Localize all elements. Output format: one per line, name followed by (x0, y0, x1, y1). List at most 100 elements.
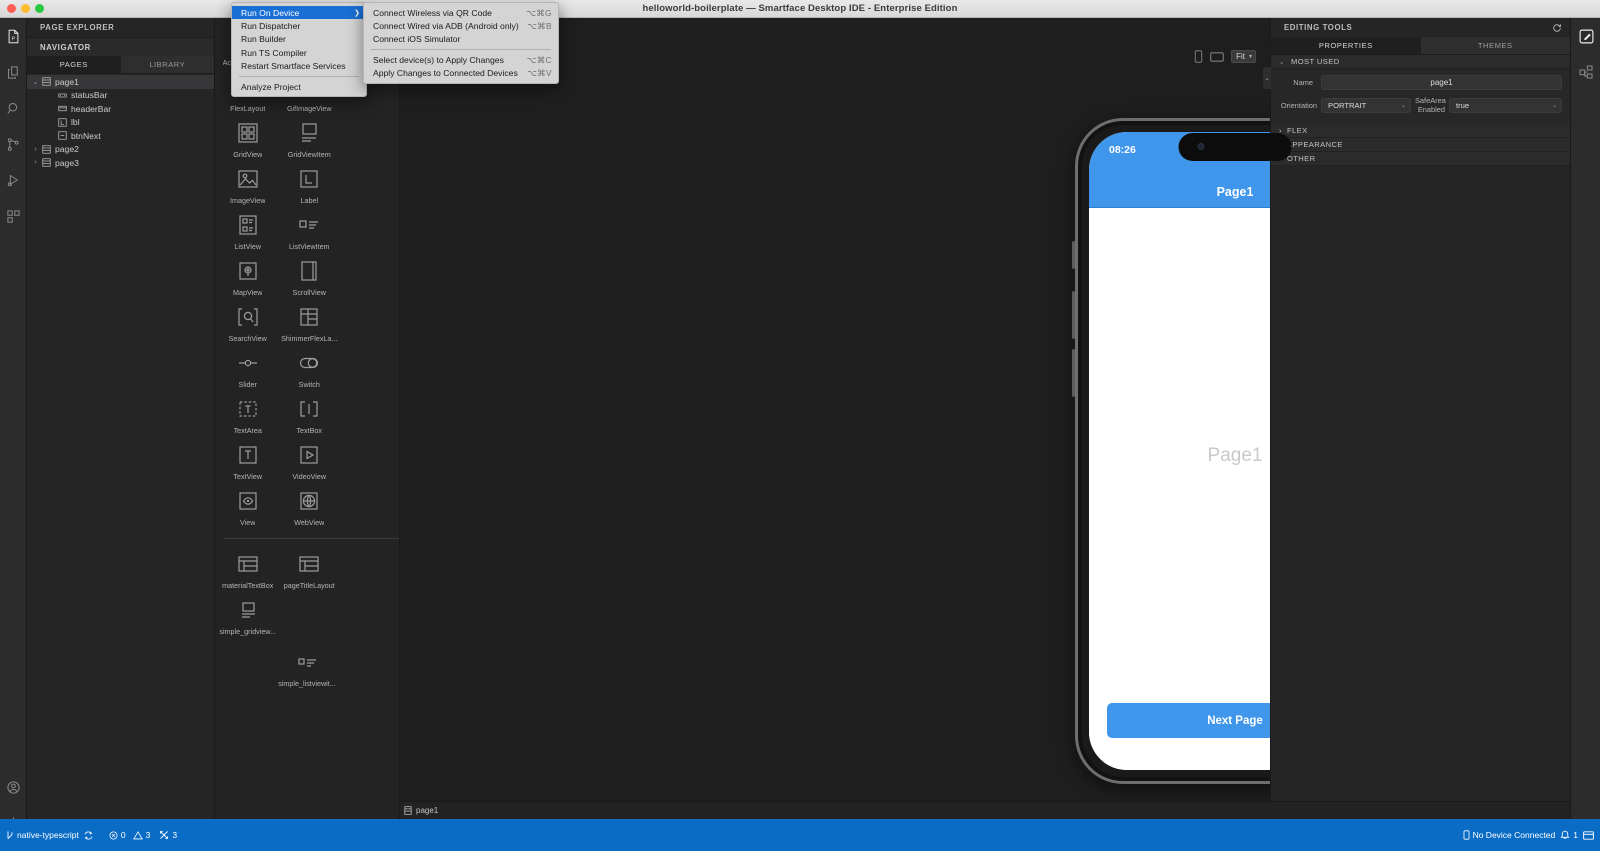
menu-item-select-device-s-to-apply-changes[interactable]: Select device(s) to Apply Changes ⌥⌘C (364, 53, 558, 66)
library-item-TextBox[interactable]: TextBox (279, 392, 341, 438)
library-item-GridViewItem[interactable]: GridViewItem (279, 116, 341, 162)
page-explorer-icon[interactable]: P (0, 18, 27, 54)
library-item-TextView[interactable]: TextView (217, 438, 279, 484)
library-item-simple_listviewit[interactable]: simple_listviewit... (276, 645, 338, 691)
name-input[interactable]: page1 (1321, 75, 1562, 90)
search-icon[interactable] (0, 90, 27, 126)
menu-separator (371, 49, 551, 51)
tab-themes[interactable]: THEMES (1420, 37, 1570, 54)
tree-item-btnNext[interactable]: btnNext (27, 129, 214, 143)
tab-library[interactable]: LIBRARY (120, 56, 214, 73)
library-item-View[interactable]: View (217, 484, 279, 530)
ide-window: helloworld-boilerplate — Smartface Deskt… (0, 0, 1600, 851)
menu-item-run-ts-compiler[interactable]: Run TS Compiler (232, 46, 366, 59)
library-item-ListView[interactable]: ListView (217, 208, 279, 254)
library-item-VideoView[interactable]: VideoView (279, 438, 341, 484)
menu-item-connect-wired-via-adb-android-only[interactable]: Connect Wired via ADB (Android only) ⌥⌘B (364, 19, 558, 32)
account-icon[interactable] (0, 769, 27, 805)
chevron-right-icon: ❯ (354, 9, 360, 17)
refresh-icon[interactable] (1552, 23, 1562, 33)
library-item-ListViewItem[interactable]: ListViewItem (279, 208, 341, 254)
safearea-select[interactable]: true ⌄ (1449, 98, 1562, 114)
menu-item-analyze-project[interactable]: Analyze Project (232, 80, 366, 93)
tree-item-page3[interactable]: › page3 (27, 156, 214, 170)
notifications-indicator[interactable]: 1 (1560, 830, 1578, 840)
menu-item-shortcut: ⌥⌘B (527, 21, 552, 32)
device-status-text: No Device Connected (1472, 830, 1556, 840)
tablet-device-icon[interactable] (1210, 51, 1224, 63)
files-icon[interactable] (0, 54, 27, 90)
tree-item-lbl[interactable]: lbl (27, 116, 214, 130)
tab-properties[interactable]: PROPERTIES (1271, 37, 1421, 54)
menu-item-run-builder[interactable]: Run Builder (232, 33, 366, 46)
zoom-level-value: Fit (1236, 52, 1245, 61)
library-item-Slider[interactable]: Slider (217, 346, 279, 392)
sync-button[interactable] (84, 830, 93, 840)
lbl-component[interactable]: Page1 (1208, 445, 1263, 467)
section-flex[interactable]: › FLEX (1271, 124, 1570, 139)
breadcrumb-label[interactable]: page1 (416, 806, 438, 815)
chevron-right-icon[interactable]: › (31, 146, 40, 153)
zoom-level-select[interactable]: Fit ▾ (1231, 50, 1256, 63)
panel-layout-icon (1583, 830, 1594, 840)
library-item-label: MapView (233, 288, 263, 297)
run-context-menu[interactable]: Run On Device ❯ Run Dispatcher Run Builder R… (231, 2, 367, 98)
section-appearance[interactable]: › APPEARANCE (1271, 138, 1570, 153)
chevron-right-icon[interactable]: › (31, 159, 40, 166)
git-branch-name: native-typescript (17, 830, 79, 840)
run-debug-icon[interactable] (0, 162, 27, 198)
library-item-MapView[interactable]: MapView (217, 254, 279, 300)
run-on-device-submenu[interactable]: Connect Wireless via QR Code ⌥⌘G Connect W… (363, 2, 559, 84)
library-item-WebView[interactable]: WebView (279, 484, 341, 530)
menu-item-apply-changes-to-connected-devices[interactable]: Apply Changes to Connected Devices ⌥⌘V (364, 67, 558, 80)
git-branch-indicator[interactable]: native-typescript (6, 830, 79, 840)
menu-item-connect-ios-simulator[interactable]: Connect iOS Simulator (364, 33, 558, 46)
collapse-panel-button[interactable]: ⌄ (1262, 66, 1271, 90)
menu-item-shortcut: ⌥⌘V (527, 68, 552, 79)
library-item-SearchView[interactable]: SearchView (217, 300, 279, 346)
library-item-label: simple_listviewit... (278, 679, 336, 688)
device-status-indicator[interactable]: No Device Connected (1463, 830, 1556, 840)
design-editor-icon[interactable] (1571, 18, 1600, 54)
menu-item-run-on-device[interactable]: Run On Device ❯ (232, 6, 366, 20)
navigator-title: NAVIGATOR (27, 37, 214, 56)
tools-indicator[interactable]: 3 (159, 830, 177, 840)
menu-item-label: Run Dispatcher (241, 21, 301, 32)
extensions-icon[interactable] (0, 198, 27, 234)
menu-item-label: Run Builder (241, 34, 286, 45)
library-item-TextArea[interactable]: TextArea (217, 392, 279, 438)
library-item-Switch[interactable]: Switch (279, 346, 341, 392)
library-item-pageTitleLayout[interactable]: pageTitleLayout (279, 547, 341, 593)
silent-switch (1072, 241, 1075, 269)
page-icon (40, 77, 52, 86)
section-other[interactable]: › OTHER (1271, 152, 1570, 167)
menu-item-run-dispatcher[interactable]: Run Dispatcher (232, 19, 366, 32)
menu-item-restart-smartface-services[interactable]: Restart Smartface Services (232, 60, 366, 73)
page-icon (40, 145, 52, 154)
tree-item-page1[interactable]: ⌄ page1 (27, 75, 214, 89)
component-tree-icon[interactable] (1571, 54, 1600, 90)
section-most-used[interactable]: ⌄ MOST USED (1271, 55, 1570, 69)
library-item-ScrollView[interactable]: ScrollView (279, 254, 341, 300)
orientation-select[interactable]: PORTRAIT ⌄ (1321, 98, 1411, 114)
library-item-GridView[interactable]: GridView (217, 116, 279, 162)
tree-item-page2[interactable]: › page2 (27, 143, 214, 157)
errors-indicator[interactable]: 0 3 (109, 830, 150, 840)
library-item-ImageView[interactable]: ImageView (217, 162, 279, 208)
tree-item-headerBar[interactable]: headerBar (27, 102, 214, 116)
tree-item-statusBar[interactable]: statusBar (27, 89, 214, 103)
tab-pages[interactable]: PAGES (27, 56, 121, 73)
library-item-materialTextBox[interactable]: materialTextBox (217, 547, 279, 593)
menu-item-connect-wireless-via-qr-code[interactable]: Connect Wireless via QR Code ⌥⌘G (364, 6, 558, 19)
phone-device-icon[interactable] (1194, 50, 1203, 63)
panel-layout-button[interactable] (1583, 830, 1594, 840)
library-item-ShimmerFlexLa[interactable]: ShimmerFlexLa... (279, 300, 341, 346)
design-canvas[interactable]: Fit ▾ 08:26 Page1 Page1 Next Page (400, 18, 1398, 801)
source-control-icon[interactable] (0, 126, 27, 162)
chevron-down-icon: ▾ (1248, 54, 1252, 60)
library-item-label: FlexLayout (230, 104, 266, 113)
library-item-simple_gridview[interactable]: simple_gridview... (217, 593, 279, 639)
chevron-down-icon[interactable]: ⌄ (31, 78, 40, 86)
library-item-label: GridView (233, 150, 263, 159)
library-item-Label[interactable]: Label (279, 162, 341, 208)
